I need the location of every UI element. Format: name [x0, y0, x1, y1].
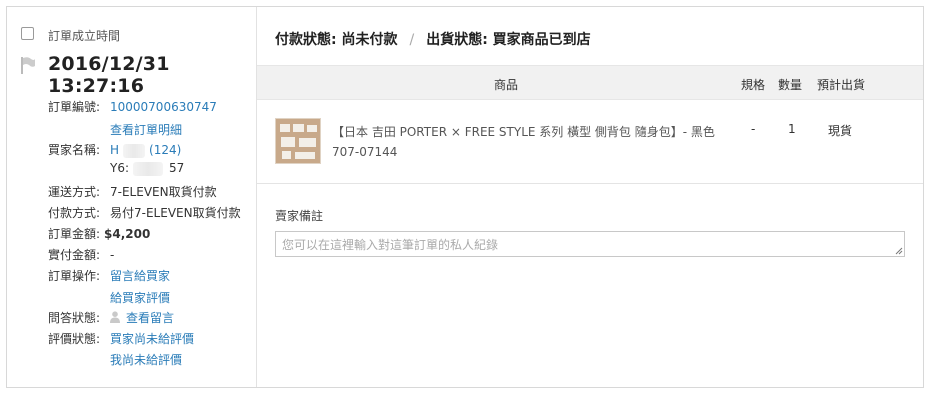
actions-label: 訂單操作:	[48, 269, 101, 283]
table-row: 【日本 吉田 PORTER × FREE STYLE 系列 橫型 側背包 隨身包…	[257, 99, 923, 184]
paid-row: 實付金額: -	[48, 246, 114, 263]
order-number-row: 訂單編號: 10000700630747	[48, 98, 217, 115]
buyer-id-suffix: 57	[169, 161, 185, 175]
rate-buyer-link[interactable]: 給買家評價	[110, 289, 170, 306]
buyer-row: 買家名稱: H (124)	[48, 141, 181, 158]
flag-icon[interactable]	[19, 55, 37, 75]
review-row: 評價狀態: 買家尚未給評價	[48, 330, 194, 347]
paid-value: -	[110, 248, 115, 262]
review-label: 評價狀態:	[48, 332, 101, 346]
amount-label: 訂單金額:	[48, 227, 101, 241]
shipping-label: 運送方式:	[48, 185, 101, 199]
status-bar: 付款狀態: 尚未付款 / 出貨狀態: 買家商品已到店	[257, 7, 923, 65]
paid-label: 實付金額:	[48, 248, 101, 262]
shipping-value: 7-ELEVEN取貨付款	[110, 185, 217, 199]
order-number-link[interactable]: 10000700630747	[110, 100, 217, 114]
order-number-label: 訂單編號:	[48, 100, 101, 114]
order-status: 付款狀態: 尚未付款 / 出貨狀態: 買家商品已到店	[275, 29, 591, 49]
qa-row: 問答狀態: 查看留言	[48, 309, 174, 326]
buyer-id-prefix: Y6:	[110, 161, 130, 175]
product-thumbnail[interactable]	[275, 118, 321, 164]
order-detail-link[interactable]: 查看訂單明細	[110, 121, 182, 138]
seller-note-input[interactable]	[275, 231, 905, 257]
item-spec: -	[751, 122, 756, 136]
person-icon	[110, 311, 120, 323]
shipping-status: 出貨狀態: 買家商品已到店	[426, 32, 591, 48]
items-table-header: 商品 規格 數量 預計出貨	[257, 65, 923, 100]
buyer-id-row: Y6: 57	[110, 161, 184, 176]
header-spec: 規格	[741, 78, 766, 92]
resize-handle-icon[interactable]	[895, 247, 903, 255]
qa-label: 問答狀態:	[48, 311, 101, 325]
redacted-area	[123, 143, 146, 158]
payment-value: 易付7-ELEVEN取貨付款	[110, 206, 241, 220]
payment-status: 付款狀態: 尚未付款	[275, 32, 398, 48]
product-name-link[interactable]: 【日本 吉田 PORTER × FREE STYLE 系列 橫型 側背包 隨身包…	[332, 122, 744, 162]
order-select-checkbox[interactable]	[21, 27, 34, 40]
header-eta: 預計出貨	[817, 78, 866, 92]
order-time: 2016/12/31 13:27:16	[48, 53, 170, 97]
payment-label: 付款方式:	[48, 206, 101, 220]
order-time-label: 訂單成立時間	[48, 29, 121, 43]
amount-value: $4,200	[104, 227, 151, 241]
order-info-panel: 訂單成立時間 2016/12/31 13:27:16 訂單編號: 10000700…	[7, 7, 257, 387]
buyer-review-status-link[interactable]: 買家尚未給評價	[110, 332, 194, 346]
buyer-rating-link[interactable]: (124)	[149, 143, 181, 157]
payment-row: 付款方式: 易付7-ELEVEN取貨付款	[48, 204, 241, 221]
header-product: 商品	[494, 78, 519, 92]
my-review-status-link[interactable]: 我尚未給評價	[110, 351, 182, 368]
item-qty: 1	[788, 122, 796, 136]
actions-row: 訂單操作: 留言給買家	[48, 267, 170, 284]
shipping-row: 運送方式: 7-ELEVEN取貨付款	[48, 183, 217, 200]
item-eta: 現貨	[828, 124, 853, 138]
header-qty: 數量	[778, 78, 803, 92]
buyer-name-link[interactable]: H	[110, 143, 119, 157]
redacted-area	[133, 161, 164, 176]
status-separator: /	[409, 32, 415, 48]
amount-row: 訂單金額: $4,200	[48, 225, 150, 242]
seller-note-label: 賣家備註	[275, 209, 324, 223]
order-card: 訂單成立時間 2016/12/31 13:27:16 訂單編號: 10000700…	[6, 6, 924, 388]
buyer-label: 買家名稱:	[48, 143, 101, 157]
view-messages-link[interactable]: 查看留言	[126, 311, 174, 325]
order-main-panel: 付款狀態: 尚未付款 / 出貨狀態: 買家商品已到店 商品 規格 數量 預計出貨 【…	[257, 7, 923, 387]
message-buyer-link[interactable]: 留言給買家	[110, 269, 170, 283]
